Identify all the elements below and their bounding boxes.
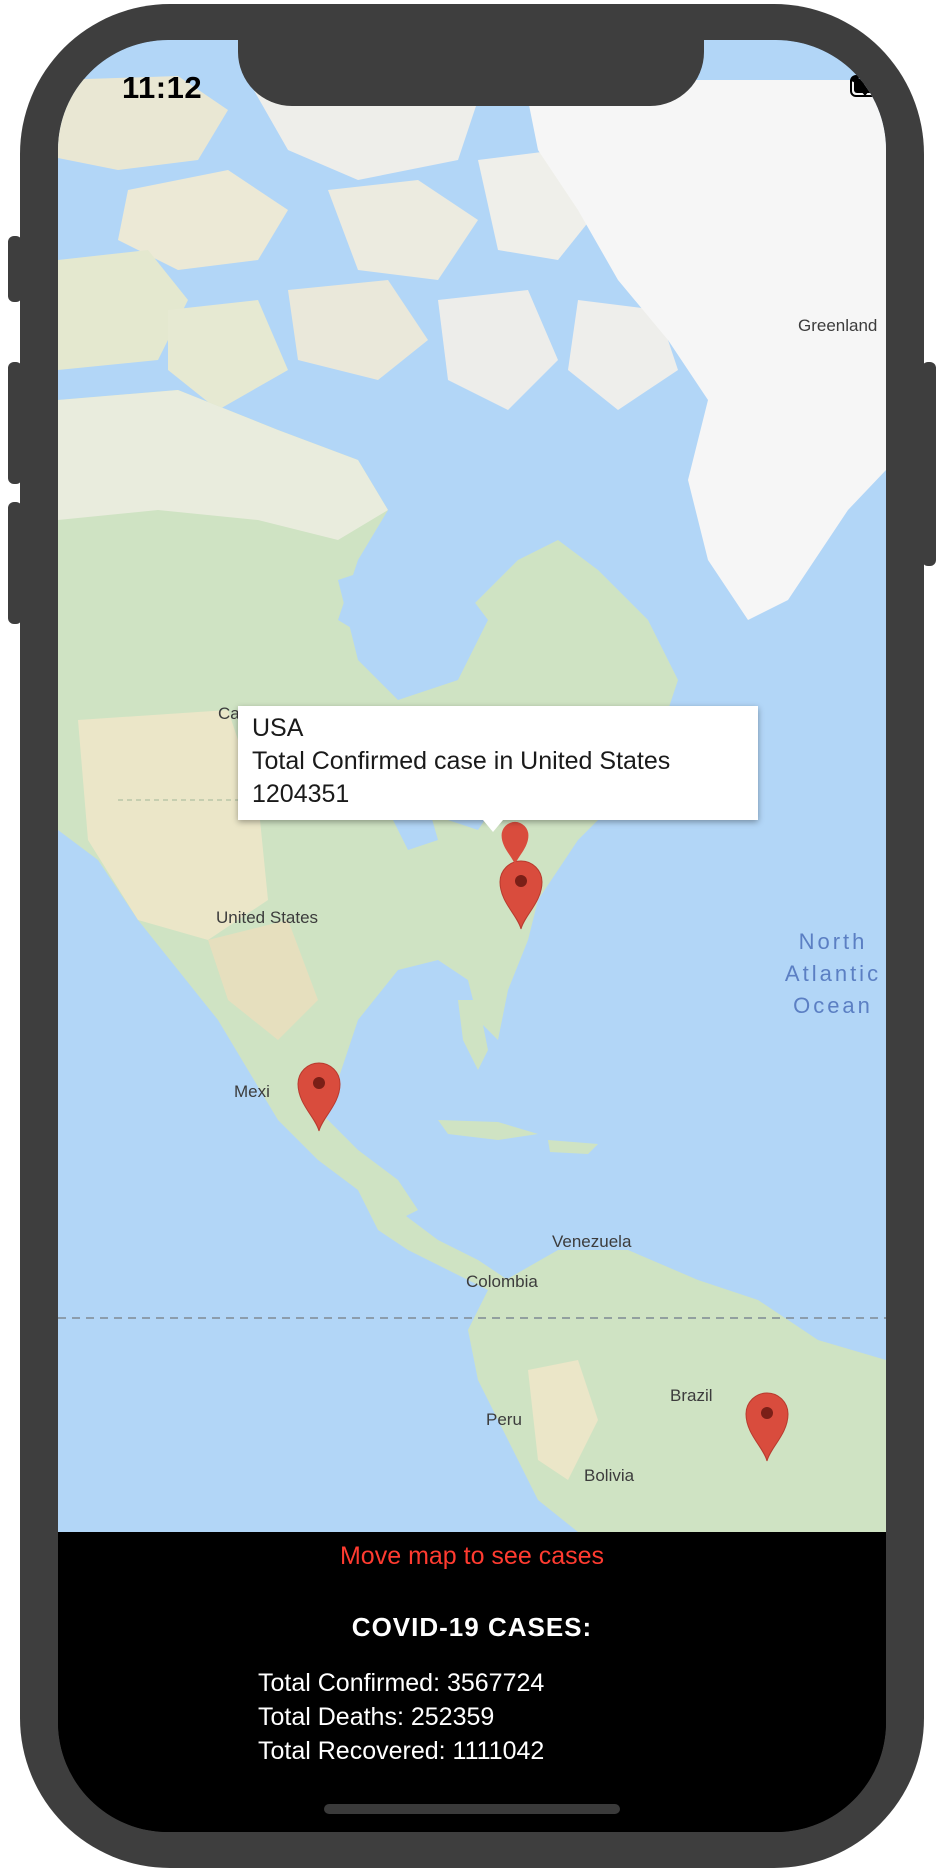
cases-title: COVID-19 CASES: xyxy=(351,1612,593,1642)
notch xyxy=(238,40,704,106)
map-pin-icon[interactable] xyxy=(744,1390,790,1462)
map-pin-icon[interactable] xyxy=(498,858,544,930)
map-label-north-atlantic-ocean: North Atlantic Ocean xyxy=(780,926,886,1022)
callout-line-confirmed-label: Total Confirmed case in United States xyxy=(252,747,671,775)
map-label-mexico: Mexi xyxy=(234,1082,270,1101)
map-label-united-states: United States xyxy=(216,908,319,927)
screen: 11:12 Greenland Ca United States Mexi Ve… xyxy=(58,40,886,1832)
callout-title: USA xyxy=(252,714,304,742)
map-label-brazil: Brazil xyxy=(670,1386,713,1405)
move-map-hint: Move map to see cases xyxy=(339,1542,604,1570)
cases-panel: Move map to see cases COVID-19 CASES: To… xyxy=(58,1532,886,1832)
map-label-greenland: Greenland xyxy=(798,316,878,335)
map-label-canada: Ca xyxy=(218,704,240,723)
total-confirmed: Total Confirmed: 3567724 xyxy=(258,1669,545,1697)
map-pin-icon[interactable] xyxy=(500,820,530,866)
volume-down-button xyxy=(8,502,22,624)
map-label-colombia: Colombia xyxy=(466,1272,538,1291)
callout-line-confirmed-value: 1204351 xyxy=(252,780,350,808)
ocean-label-line: Atlantic xyxy=(784,961,882,986)
home-indicator[interactable] xyxy=(324,1804,620,1814)
map-label-bolivia: Bolivia xyxy=(584,1466,635,1485)
total-deaths: Total Deaths: 252359 xyxy=(258,1703,495,1731)
map-pin-icon[interactable] xyxy=(296,1060,342,1132)
map-view[interactable]: 11:12 Greenland Ca United States Mexi Ve… xyxy=(58,40,886,1532)
mute-switch xyxy=(8,236,22,302)
power-button xyxy=(922,362,936,566)
marker-callout[interactable]: USA Total Confirmed case in United State… xyxy=(238,706,758,832)
cases-stats: Total Confirmed: 3567724 Total Deaths: 2… xyxy=(258,1666,544,1768)
callout-arrow xyxy=(483,820,503,832)
total-recovered: Total Recovered: 1111042 xyxy=(258,1737,545,1765)
volume-up-button xyxy=(8,362,22,484)
battery-icon xyxy=(850,75,886,97)
status-time: 11:12 xyxy=(122,70,203,105)
map-label-venezuela: Venezuela xyxy=(552,1232,632,1251)
map-label-peru: Peru xyxy=(486,1410,522,1429)
ocean-label-line: Ocean xyxy=(793,993,873,1018)
ocean-label-line: North xyxy=(798,929,868,954)
